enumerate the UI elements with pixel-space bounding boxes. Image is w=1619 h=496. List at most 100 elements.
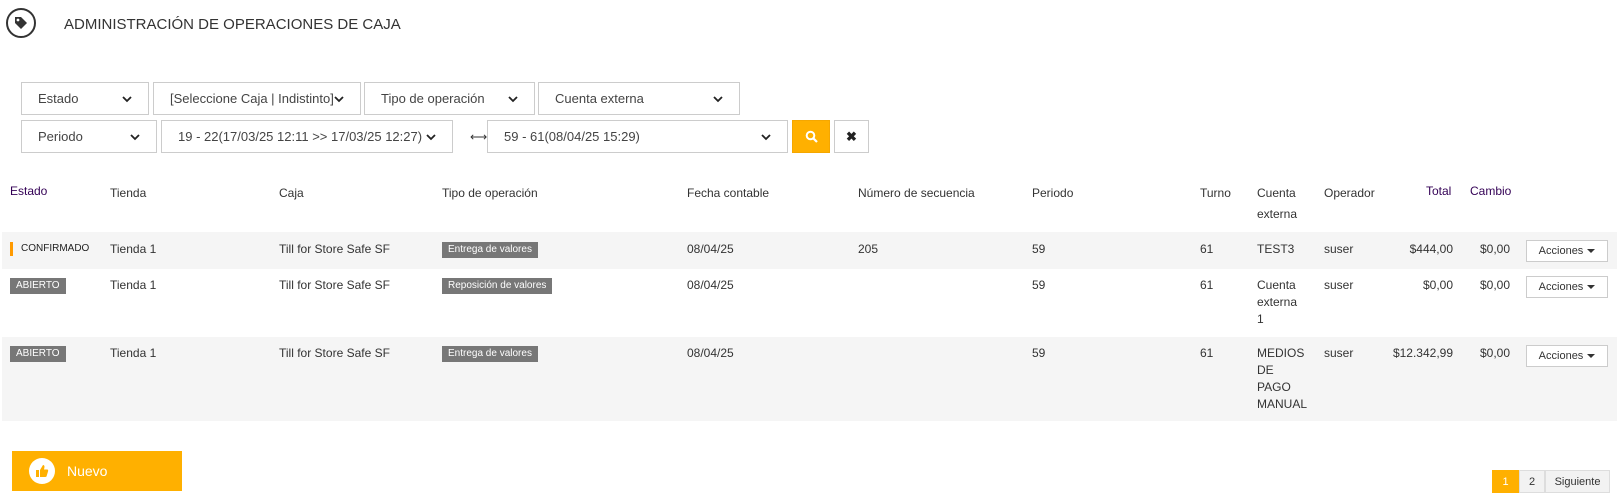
range-arrow-icon: ⟷ — [470, 130, 488, 144]
cuenta-externa-line: PAGO — [1257, 380, 1291, 394]
tipo-operacion-select-value: Tipo de operación — [381, 91, 485, 106]
periodo-select-value: Periodo — [38, 129, 83, 144]
col-estado[interactable]: Estado — [10, 183, 47, 200]
cuenta-externa-line: DE — [1257, 363, 1274, 377]
cuenta-externa-select-value: Cuenta externa — [555, 91, 644, 106]
cell-caja: Till for Store Safe SF — [279, 346, 390, 360]
col-caja[interactable]: Caja — [279, 185, 304, 202]
cell-caja: Till for Store Safe SF — [279, 278, 390, 292]
operation-type-badge: Reposición de valores — [442, 278, 553, 294]
cell-tienda: Tienda 1 — [110, 278, 157, 292]
cell-total: $0,00 — [1422, 278, 1453, 292]
acciones-label: Acciones — [1538, 350, 1584, 362]
periodo-desde-select[interactable]: 19 - 22(17/03/25 12:11 >> 17/03/25 12:27… — [161, 120, 453, 153]
acciones-label: Acciones — [1538, 245, 1584, 257]
cell-cuenta-externa: Cuenta externa 1 — [1257, 277, 1297, 328]
cell-periodo: 59 — [1032, 278, 1046, 292]
periodo-hasta-value: 59 - 61(08/04/25 15:29) — [504, 129, 640, 144]
cuenta-externa-line: MANUAL — [1257, 397, 1308, 411]
cell-fecha-contable: 08/04/25 — [687, 346, 734, 360]
acciones-button[interactable]: Acciones — [1526, 345, 1608, 367]
nuevo-label: Nuevo — [67, 463, 108, 479]
cell-turno: 61 — [1200, 346, 1214, 360]
col-tipo-operacion[interactable]: Tipo de operación — [442, 185, 538, 202]
col-tienda[interactable]: Tienda — [110, 185, 146, 202]
cell-operador: suser — [1324, 242, 1354, 256]
chevron-down-icon — [130, 133, 140, 140]
status-badge: ABIERTO — [10, 346, 66, 362]
thumbs-up-icon — [29, 458, 55, 484]
operation-type-badge: Entrega de valores — [442, 242, 538, 258]
search-icon — [805, 130, 818, 143]
estado-select[interactable]: Estado — [21, 82, 149, 115]
cell-tienda: Tienda 1 — [110, 346, 157, 360]
cuenta-externa-line: externa — [1257, 295, 1298, 309]
cuenta-externa-line: Cuenta — [1257, 278, 1296, 292]
next-page-button[interactable]: Siguiente — [1545, 470, 1610, 493]
cuenta-externa-line: 1 — [1257, 312, 1264, 326]
acciones-button[interactable]: Acciones — [1526, 276, 1608, 298]
acciones-label: Acciones — [1538, 281, 1584, 293]
cell-cuenta-externa: TEST3 — [1257, 242, 1295, 256]
col-fecha-contable[interactable]: Fecha contable — [687, 185, 769, 202]
caja-select-value: [Seleccione Caja | Indistinto] — [170, 91, 334, 106]
cell-cambio: $0,00 — [1479, 346, 1510, 360]
page-header — [6, 7, 36, 39]
cell-fecha-contable: 08/04/25 — [687, 278, 734, 292]
caret-down-icon — [1587, 249, 1596, 253]
col-numero-secuencia[interactable]: Número de secuencia — [858, 185, 975, 202]
cell-cambio: $0,00 — [1479, 278, 1510, 292]
cell-turno: 61 — [1200, 278, 1214, 292]
estado-select-value: Estado — [38, 91, 79, 106]
cell-operador: suser — [1324, 278, 1354, 292]
acciones-button[interactable]: Acciones — [1526, 240, 1608, 262]
page-title: ADMINISTRACIÓN DE OPERACIONES DE CAJA — [64, 16, 401, 33]
col-cuenta-externa-line1: Cuenta — [1257, 186, 1296, 200]
caret-down-icon — [1587, 354, 1596, 358]
cell-fecha-contable: 08/04/25 — [687, 242, 734, 256]
periodo-desde-value: 19 - 22(17/03/25 12:11 >> 17/03/25 12:27… — [178, 129, 423, 144]
col-operador[interactable]: Operador — [1324, 185, 1375, 202]
cell-turno: 61 — [1200, 242, 1214, 256]
col-total[interactable]: Total — [1426, 183, 1451, 200]
cell-periodo: 59 — [1032, 346, 1046, 360]
chevron-down-icon — [761, 133, 771, 140]
pagination: 1 2 Siguiente — [1492, 470, 1610, 493]
page-2-button[interactable]: 2 — [1519, 470, 1545, 493]
cell-numero-secuencia: 205 — [858, 242, 879, 256]
cell-operador: suser — [1324, 346, 1354, 360]
chevron-down-icon — [334, 95, 344, 102]
search-button[interactable] — [792, 120, 830, 153]
cell-cuenta-externa: MEDIOS DE PAGO MANUAL — [1257, 345, 1307, 413]
nuevo-button[interactable]: Nuevo — [12, 451, 182, 491]
chevron-down-icon — [713, 95, 723, 102]
operation-type-badge: Entrega de valores — [442, 346, 538, 362]
col-cuenta-externa[interactable]: Cuenta externa — [1257, 185, 1297, 223]
page-1-button[interactable]: 1 — [1492, 470, 1519, 493]
cell-tienda: Tienda 1 — [110, 242, 157, 256]
col-turno[interactable]: Turno — [1200, 185, 1231, 202]
cell-total: $444,00 — [1409, 242, 1453, 256]
col-cuenta-externa-line2: externa — [1257, 207, 1298, 221]
col-periodo[interactable]: Periodo — [1032, 185, 1073, 202]
cell-periodo: 59 — [1032, 242, 1046, 256]
tipo-operacion-select[interactable]: Tipo de operación — [364, 82, 535, 115]
cell-caja: Till for Store Safe SF — [279, 242, 390, 256]
cell-cambio: $0,00 — [1479, 242, 1510, 256]
status-badge: CONFIRMADO — [10, 242, 89, 256]
periodo-select[interactable]: Periodo — [21, 120, 157, 153]
col-cambio[interactable]: Cambio — [1470, 183, 1511, 200]
cuenta-externa-line: MEDIOS — [1257, 346, 1305, 360]
chevron-down-icon — [426, 133, 436, 140]
tag-icon — [6, 8, 36, 38]
status-badge: ABIERTO — [10, 278, 66, 294]
chevron-down-icon — [508, 95, 518, 102]
clear-filters-button[interactable]: ✖ — [834, 120, 869, 153]
caja-select[interactable]: [Seleccione Caja | Indistinto] — [153, 82, 361, 115]
cuenta-externa-select[interactable]: Cuenta externa — [538, 82, 740, 115]
chevron-down-icon — [122, 95, 132, 102]
caret-down-icon — [1587, 285, 1596, 289]
cell-total: $12.342,99 — [1392, 346, 1453, 360]
close-icon: ✖ — [846, 128, 857, 144]
periodo-hasta-select[interactable]: 59 - 61(08/04/25 15:29) — [487, 120, 788, 153]
